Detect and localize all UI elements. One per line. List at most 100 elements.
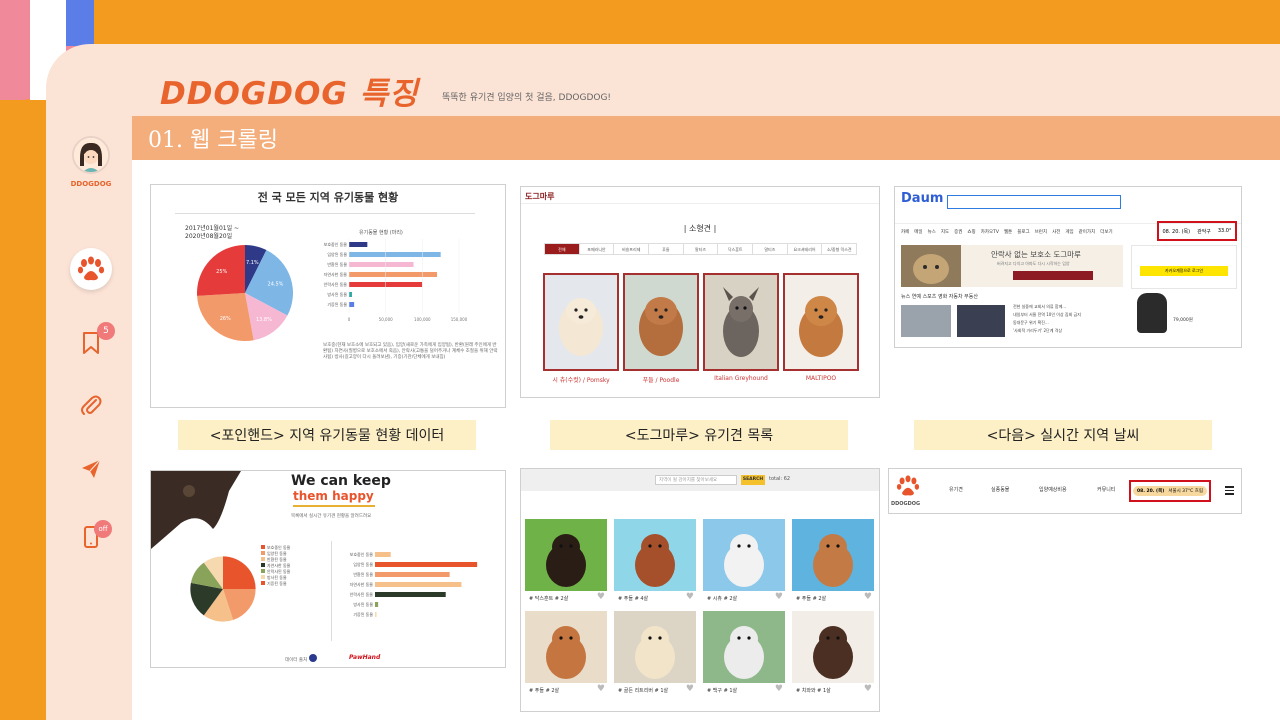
legend-label: 입양된 동물 <box>267 551 287 556</box>
daum-screenshot: Daum 카페 메일 뉴스 지도 증권 쇼핑 카카오TV 웹툰 블로그 브런치 사전 게임 같이가치 더보… <box>894 186 1242 348</box>
dogmaru-tabs: 전체 포메라니안 비숑프리제 푸들 말티즈 닥스훈트 말티즈 요크셔테리어 소/중형 믹스견 <box>544 243 858 255</box>
daum-banner-button[interactable] <box>1013 271 1093 280</box>
news-line[interactable]: '사회적 거리두기' 2단계 격상 <box>1013 327 1123 335</box>
paw-menu-button[interactable] <box>70 248 112 290</box>
daum-nav-item[interactable]: 사전 <box>1052 229 1060 235</box>
dogmaru-tab[interactable]: 말티즈 <box>752 243 788 255</box>
news-photo <box>901 305 951 337</box>
daum-nav-item[interactable]: 웹툰 <box>1004 229 1012 235</box>
dog-card[interactable]: # 푸들 # 2살 ♥ <box>792 519 874 607</box>
legend-swatch <box>261 545 265 549</box>
heart-icon[interactable]: ♥ <box>775 592 783 602</box>
dogmaru-tab[interactable]: 전체 <box>544 243 580 255</box>
ddogdog-pie-chart <box>190 556 256 622</box>
daum-login-button[interactable]: 카카오계정으로 로그인 <box>1140 266 1228 276</box>
nav-cost[interactable]: 입양예상비용 <box>1039 486 1067 493</box>
daum-search-input[interactable] <box>947 195 1121 209</box>
ddogdog-pie-legend: 보호중인 동물 입양된 동물 반환된 동물 자연사한 동물 안락사된 동물 방사된 동물 기… <box>261 545 290 587</box>
dog-card[interactable]: # 푸들 # 4살 ♥ <box>614 519 696 607</box>
daum-nav-item[interactable]: 메일 <box>914 229 922 235</box>
nav-community[interactable]: 커뮤니티 <box>1097 486 1115 493</box>
ddogdog-bar-chart: 보호중인 동물입양된 동물반환된 동물자연사한 동물안락사된 동물방사된 동물기… <box>350 551 478 617</box>
dogmaru-tab[interactable]: 비숑프리제 <box>613 243 650 255</box>
dogmaru-tab[interactable]: 요크셔테리어 <box>786 243 823 255</box>
slide-subtitle: 똑똑한 유기견 입양의 첫 걸음, DDOGDOG! <box>442 93 612 103</box>
daum-nav-item[interactable]: 카카오TV <box>981 229 999 235</box>
daum-nav-item[interactable]: 같이가치 <box>1079 229 1096 235</box>
dog-card[interactable]: # 푸들 # 2살 ♥ <box>525 611 607 699</box>
dog-photo <box>543 273 619 371</box>
pawhand-pie-chart: 7.1% 24.5% 13.8% 26% 25% <box>197 245 293 341</box>
daum-nav-item[interactable]: 게임 <box>1065 229 1073 235</box>
heart-icon[interactable]: ♥ <box>686 592 694 602</box>
dogmaru-card[interactable]: 푸들 / Poodle <box>623 273 699 384</box>
dog-card[interactable]: # 백구 # 1살 ♥ <box>703 611 785 699</box>
dog-card[interactable]: # 골든 리트리버 # 1살 ♥ <box>614 611 696 699</box>
dogmaru-tab[interactable]: 포메라니안 <box>578 243 615 255</box>
daum-nav-item[interactable]: 브런치 <box>1035 229 1047 235</box>
send-menu-button[interactable] <box>70 448 112 490</box>
search-button[interactable]: SEARCH <box>741 475 765 485</box>
daum-nav-item[interactable]: 쇼핑 <box>967 229 975 235</box>
dog-card-label: # 백구 # 1살 <box>707 688 738 694</box>
bar-category-label: 반환된 동물 <box>353 571 373 577</box>
daum-nav-item[interactable]: 뉴스 <box>928 229 936 235</box>
ddogdog-dog-list-screenshot: 지역이 될 강아지를 찾아보세요 SEARCH total: 62 # 닥스훈트… <box>520 468 880 712</box>
heart-icon[interactable]: ♥ <box>775 684 783 694</box>
dog-card[interactable]: # 닥스훈트 # 2살 ♥ <box>525 519 607 607</box>
heart-icon[interactable]: ♥ <box>686 684 694 694</box>
phone-menu-button[interactable]: off <box>70 516 112 558</box>
dog-search-input[interactable]: 지역이 될 강아지를 찾아보세요 <box>655 475 737 485</box>
nav-dogs[interactable]: 유기견 <box>949 486 963 493</box>
legend-swatch <box>261 569 265 573</box>
heart-icon[interactable]: ♥ <box>864 684 872 694</box>
dog-photo <box>614 611 696 683</box>
dogmaru-tab[interactable]: 닥스훈트 <box>717 243 754 255</box>
heart-icon[interactable]: ♥ <box>597 592 605 602</box>
bar <box>375 552 391 557</box>
news-line[interactable]: 내일부터 서울 전역 10인 이상 집회 금지 <box>1013 311 1123 319</box>
legend-swatch <box>261 575 265 579</box>
pawhand-stats-screenshot: 전 국 모든 지역 유기동물 현황 2017년01월01일 ~ 2020년08월… <box>150 184 506 408</box>
dogmaru-tab[interactable]: 말티즈 <box>682 243 719 255</box>
ddogdog-stats-subtitle: 목록에서 실시간 유기견 현황을 알려드려요 <box>291 514 372 519</box>
pawhand-title: 전 국 모든 지역 유기동물 현황 <box>257 191 399 204</box>
gov-seal-icon <box>309 654 317 662</box>
hamburger-menu-icon[interactable] <box>1225 486 1234 495</box>
dog-card-label: # 시츄 # 2살 <box>707 596 738 602</box>
daum-news-header: 뉴스 연예 스포츠 영화 자동차 부동산 <box>901 294 978 300</box>
daum-nav: 카페 메일 뉴스 지도 증권 쇼핑 카카오TV 웹툰 블로그 브런치 사전 게임 같이가치 더보기 <box>901 229 1157 235</box>
bar <box>375 612 377 617</box>
daum-nav-item[interactable]: 블로그 <box>1017 229 1029 235</box>
heart-icon[interactable]: ♥ <box>864 592 872 602</box>
daum-nav-item[interactable]: 카페 <box>901 229 909 235</box>
nav-missing[interactable]: 실종동물 <box>991 486 1009 493</box>
heart-icon[interactable]: ♥ <box>597 684 605 694</box>
bookmark-badge: 5 <box>97 322 115 340</box>
dogmaru-tab[interactable]: 푸들 <box>648 243 684 255</box>
attachment-menu-button[interactable] <box>70 384 112 426</box>
dog-photo <box>525 611 607 683</box>
total-count: total: 62 <box>769 476 791 482</box>
dog-card[interactable]: # 시츄 # 2살 ♥ <box>703 519 785 607</box>
weather-date: 08. 20. (목) <box>1136 489 1165 494</box>
dogmaru-card[interactable]: Italian Greyhound <box>703 273 779 382</box>
dog-card[interactable]: # 치와와 # 1살 ♥ <box>792 611 874 699</box>
dog-card-label: # 골든 리트리버 # 1살 <box>618 688 669 694</box>
daum-nav-item[interactable]: 증권 <box>954 229 962 235</box>
daum-banner[interactable]: 안락사 없는 보호소 도그마루 버려지고 다치고 아파도 다시 시작하는 입양 <box>901 245 1123 287</box>
daum-nav-item[interactable]: 더보기 <box>1100 229 1112 235</box>
bookmark-menu-button[interactable]: 5 <box>70 322 115 364</box>
daum-date: 08. 20. (목) <box>1162 228 1191 235</box>
news-line[interactable]: 전현 실중에 교회서 의류 함께... <box>1013 303 1123 311</box>
dogmaru-card[interactable]: MALTIPOO <box>783 273 859 382</box>
pawhand-brand: PawHand <box>349 654 381 661</box>
dogmaru-tab[interactable]: 소/중형 믹스견 <box>821 243 858 255</box>
avatar[interactable] <box>72 136 110 174</box>
daum-weather-box: 08. 20. (목) 관악구 33.0° <box>1157 221 1237 241</box>
bar-category-label: 방사된 동물 <box>327 291 347 297</box>
dogmaru-card[interactable]: 시 츄(수컷) / Pomsky <box>543 273 619 384</box>
daum-nav-item[interactable]: 지도 <box>941 229 949 235</box>
tick-label: 50,000 <box>379 317 393 322</box>
news-line[interactable]: 동대문구 위기 확진... <box>1013 319 1123 327</box>
